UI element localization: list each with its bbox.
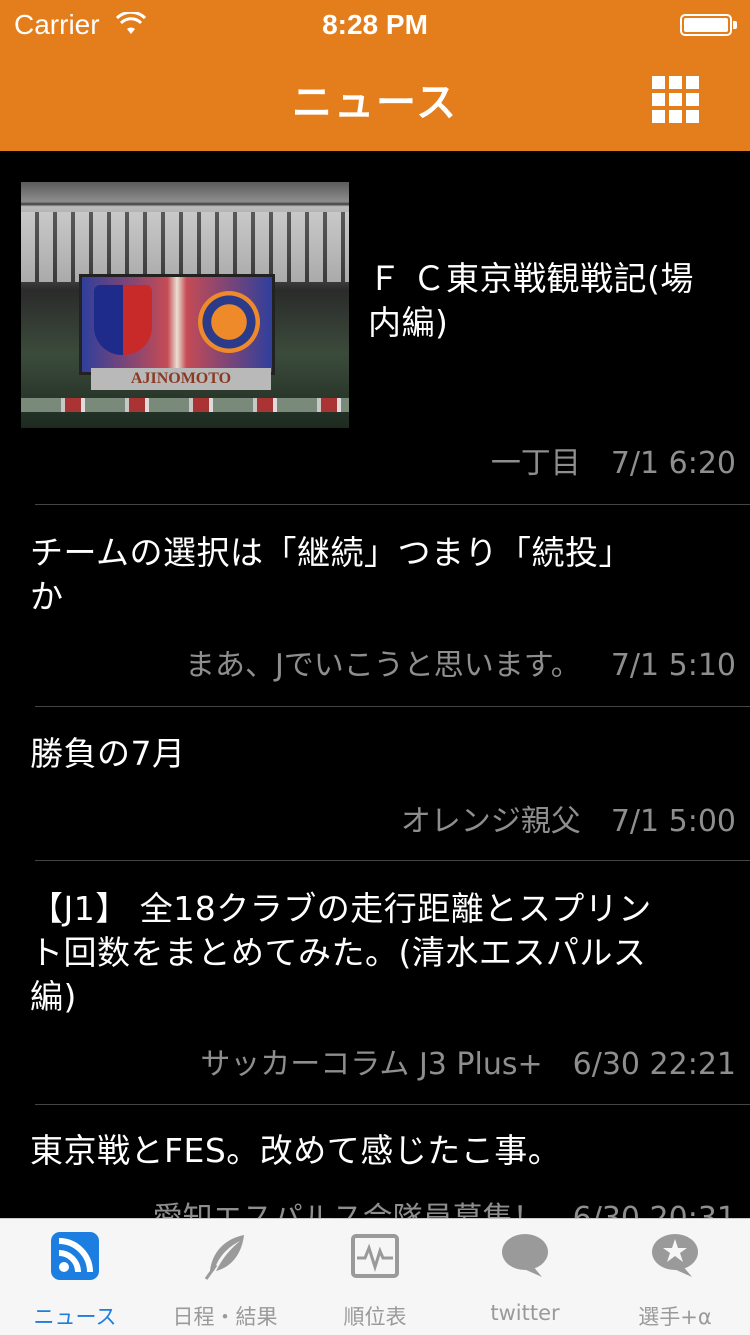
- tab-label: twitter: [490, 1301, 560, 1325]
- tab-label: 順位表: [343, 1305, 407, 1329]
- news-date: 7/1 5:10: [610, 648, 736, 683]
- speech-bubble-icon: [502, 1234, 548, 1277]
- news-date: 6/30 20:31: [573, 1201, 736, 1218]
- news-meta: まあ、Jでいこうと思います。 7/1 5:10: [185, 640, 736, 684]
- news-item[interactable]: 【J1】 全18クラブの走行距離とスプリン ト回数をまとめてみた。(清水エスパル…: [0, 861, 750, 1105]
- rss-icon: [51, 1232, 99, 1280]
- news-item[interactable]: 東京戦とFES。改めて感じたこ事。 愛知エスパルス会隊員募集！ 6/30 20:3…: [0, 1105, 750, 1218]
- news-list: AJINOMOTO Ｆ Ｃ東京戦観戦記(場 内編) 一丁目 7/1 6:20 チー…: [0, 151, 750, 1218]
- news-title: 【J1】 全18クラブの走行距離とスプリン ト回数をまとめてみた。(清水エスパル…: [30, 889, 652, 1016]
- grid-menu-button[interactable]: [652, 76, 700, 124]
- status-bar: Carrier 8:28 PM: [0, 0, 750, 50]
- news-thumbnail: AJINOMOTO: [21, 182, 349, 428]
- shimizu-crest-icon: [198, 291, 260, 353]
- page-title: ニュース: [292, 80, 458, 126]
- tab-standings[interactable]: 順位表: [300, 1219, 450, 1335]
- tab-label: 選手+α: [638, 1305, 712, 1329]
- tab-news[interactable]: ニュース: [0, 1219, 150, 1335]
- news-title: 勝負の7月: [30, 734, 186, 773]
- news-item[interactable]: 勝負の7月 オレンジ親父 7/1 5:00: [0, 707, 750, 861]
- tab-twitter[interactable]: twitter: [450, 1219, 600, 1335]
- tab-schedule[interactable]: 日程・結果: [150, 1219, 300, 1335]
- news-source: まあ、Jでいこうと思います。: [184, 648, 581, 683]
- news-item[interactable]: チームの選択は「継続」つまり「続投」 か まあ、Jでいこうと思います。 7/1 5…: [0, 505, 750, 707]
- top-bar: Carrier 8:28 PM ニュース: [0, 0, 750, 151]
- news-source: 一丁目: [490, 446, 581, 481]
- feather-icon: [204, 1235, 244, 1280]
- news-date: 7/1 5:00: [610, 804, 736, 839]
- news-meta: オレンジ親父 7/1 5:00: [401, 796, 736, 840]
- news-title: Ｆ Ｃ東京戦観戦記(場 内編): [368, 259, 694, 342]
- news-title: 東京戦とFES。改めて感じたこ事。: [30, 1131, 562, 1170]
- fc-tokyo-crest-icon: [94, 285, 152, 355]
- tab-label: 日程・結果: [172, 1305, 278, 1329]
- stadium-scoreboard: [79, 274, 275, 375]
- battery-icon: [680, 14, 737, 36]
- chart-icon: [351, 1234, 399, 1278]
- news-meta: 愛知エスパルス会隊員募集！ 6/30 20:31: [153, 1193, 736, 1218]
- news-meta: サッカーコラム J3 Plus+ 6/30 22:21: [200, 1039, 736, 1083]
- status-time: 8:28 PM: [322, 9, 428, 40]
- news-meta: 一丁目 7/1 6:20: [491, 438, 736, 482]
- tab-players[interactable]: 選手+α: [600, 1219, 750, 1335]
- stadium-banner: AJINOMOTO: [91, 368, 271, 390]
- tab-bar: ニュース 日程・結果 順位表 twitter 選手+α: [0, 1218, 750, 1335]
- news-title: チームの選択は「継続」つまり「続投」 か: [30, 533, 633, 616]
- news-source: サッカーコラム J3 Plus+: [200, 1047, 543, 1082]
- news-date: 6/30 22:21: [572, 1047, 736, 1082]
- news-source: 愛知エスパルス会隊員募集！: [153, 1201, 543, 1218]
- tab-label: ニュース: [33, 1305, 117, 1329]
- news-item[interactable]: AJINOMOTO Ｆ Ｃ東京戦観戦記(場 内編) 一丁目 7/1 6:20: [0, 151, 750, 505]
- news-source: オレンジ親父: [400, 804, 581, 839]
- star-bubble-icon: [652, 1234, 698, 1277]
- news-date: 7/1 6:20: [610, 446, 736, 481]
